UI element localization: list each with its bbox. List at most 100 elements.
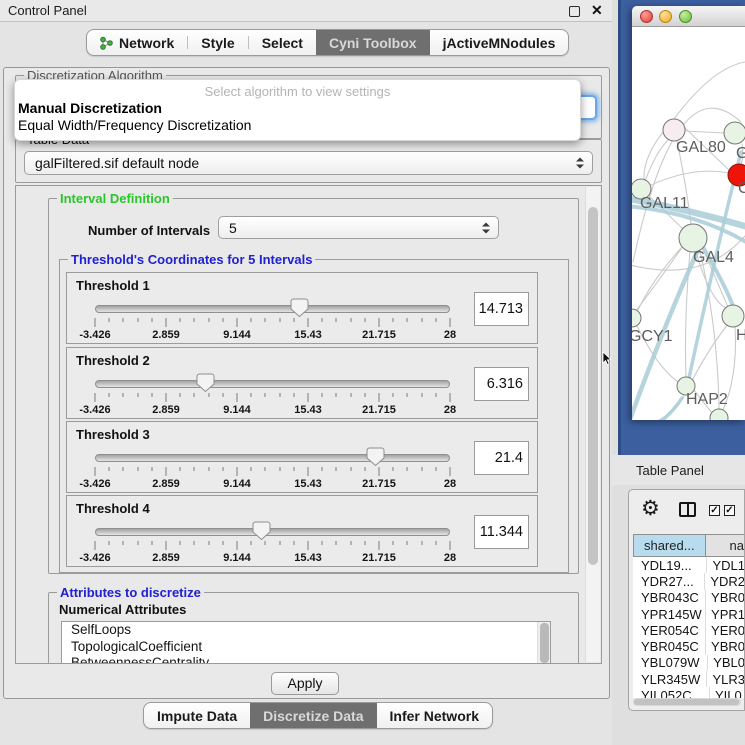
threshold-slider[interactable]: -3.4262.8599.14415.4321.71528 (95, 520, 450, 566)
slider-tick (364, 393, 365, 397)
slider-tick (308, 318, 309, 327)
network-edge[interactable] (685, 131, 724, 133)
dropdown-option-equal-width-frequency-discretization[interactable]: Equal Width/Frequency Discretization (15, 117, 580, 134)
tab-select[interactable]: Select (249, 30, 316, 55)
checkbox-checked-icon[interactable]: ✓ (709, 505, 720, 516)
slider-tick (265, 393, 266, 397)
list-scrollbar-thumb[interactable] (540, 623, 549, 663)
zoom-traffic-light-icon[interactable] (679, 10, 692, 23)
number-of-intervals-label: Number of Intervals (88, 223, 210, 238)
slider-thumb[interactable] (196, 373, 215, 393)
group-title: Threshold's Coordinates for 5 Intervals (68, 252, 315, 267)
table-row[interactable]: YBL079WYBL0 (633, 655, 745, 671)
network-edge[interactable] (651, 171, 728, 185)
tab-cyni-toolbox[interactable]: Cyni Toolbox (316, 30, 430, 55)
slider-tick (251, 318, 252, 322)
slider-tick (279, 541, 280, 545)
network-edge[interactable] (674, 62, 745, 119)
column-header-1[interactable]: shared... (633, 534, 706, 557)
vertical-scrollbar[interactable] (585, 187, 600, 662)
tab-network[interactable]: Network (87, 30, 187, 55)
slider-track[interactable] (95, 528, 450, 536)
tab-discretize-data[interactable]: Discretize Data (250, 703, 376, 728)
attribute-item-betweennesscentrality[interactable]: BetweennessCentrality (62, 655, 550, 664)
network-node-gal80[interactable] (663, 119, 685, 141)
apply-button[interactable]: Apply (271, 672, 339, 695)
table-row[interactable]: YBR045CYBR0 (633, 638, 745, 654)
tick-label: -3.426 (79, 329, 110, 341)
horizontal-scrollbar[interactable] (633, 698, 741, 706)
slider-tick (450, 393, 451, 402)
slider-tick (151, 318, 152, 322)
threshold-slider[interactable]: -3.4262.8599.14415.4321.71528 (95, 372, 450, 418)
cell-name: YDL1 (706, 557, 745, 573)
table-row[interactable]: YIL052CYIL0 (633, 687, 745, 698)
numerical-attributes-label: Numerical Attributes (59, 602, 186, 617)
network-node[interactable] (710, 409, 728, 420)
network-canvas[interactable]: GAL80GAL11GAL4GCY1HAP2GCH (632, 27, 745, 420)
slider-track[interactable] (95, 305, 450, 313)
table-data-select[interactable]: galFiltered.sif default node (24, 151, 593, 175)
slider-tick (393, 541, 394, 545)
network-node[interactable] (722, 305, 744, 327)
slider-thumb[interactable] (366, 447, 385, 467)
list-scrollbar[interactable] (537, 622, 550, 664)
application-root: Control Panel ✕ NetworkStyleSelectCyni T… (0, 0, 745, 745)
attribute-item-topologicalcoefficient[interactable]: TopologicalCoefficient (62, 639, 550, 656)
vertical-scrollbar-thumb[interactable] (588, 207, 598, 565)
threshold-value-field[interactable]: 14.713 (474, 292, 529, 326)
threshold-value-field[interactable]: 21.4 (474, 441, 529, 475)
cell-shared-name: YPR145W (633, 607, 705, 622)
threshold-slider[interactable]: -3.4262.8599.14415.4321.71528 (95, 446, 450, 492)
tab-style[interactable]: Style (188, 30, 247, 55)
horizontal-scrollbar-thumb[interactable] (634, 699, 739, 705)
checkbox-checked-icon[interactable]: ✓ (724, 505, 735, 516)
table-row[interactable]: YER054CYER0 (633, 622, 745, 638)
tab-label: Impute Data (157, 708, 237, 724)
slider-tick (350, 393, 351, 397)
attribute-item-selfloops[interactable]: SelfLoops (62, 622, 550, 639)
table-row[interactable]: YDL19...YDL1 (633, 557, 745, 573)
tab-jactivemnodules[interactable]: jActiveMNodules (430, 30, 569, 55)
numerical-attributes-list[interactable]: SelfLoopsTopologicalCoefficientBetweenne… (61, 621, 551, 664)
tab-infer-network[interactable]: Infer Network (377, 703, 492, 728)
network-node-gal4[interactable] (679, 224, 707, 252)
threshold-panel-4: Threshold 4-3.4262.8599.14415.4321.71528… (66, 495, 538, 567)
table-row[interactable]: YDR27...YDR2 (633, 573, 745, 589)
threshold-value-field[interactable]: 11.344 (474, 515, 529, 549)
number-of-intervals-select[interactable]: 5 (218, 216, 499, 239)
close-icon[interactable]: ✕ (591, 2, 603, 19)
network-edge[interactable] (632, 398, 682, 420)
slider-track[interactable] (95, 380, 450, 388)
network-edge[interactable] (645, 140, 668, 181)
slider-thumb[interactable] (252, 521, 271, 541)
attributes-group: Attributes to discretize Numerical Attri… (48, 592, 579, 664)
float-window-icon[interactable] (569, 6, 580, 17)
network-edge[interactable] (644, 132, 663, 179)
threshold-value-field[interactable]: 6.316 (474, 367, 529, 401)
network-node[interactable] (724, 122, 745, 144)
network-node-gcy1[interactable] (632, 309, 641, 327)
dropdown-option-manual-discretization[interactable]: Manual Discretization (15, 100, 580, 117)
table-row[interactable]: YPR145WYPR1 (633, 606, 745, 622)
slider-tick (265, 318, 266, 322)
slider-tick (322, 467, 323, 471)
table-row[interactable]: YLR345WYLR3 (633, 671, 745, 687)
slider-tick (379, 467, 380, 476)
gear-icon[interactable]: ⚙ (641, 496, 660, 521)
tick-label: 9.144 (223, 404, 251, 416)
column-layout-icon[interactable] (679, 502, 696, 517)
slider-thumb[interactable] (290, 298, 309, 318)
close-traffic-light-icon[interactable] (640, 10, 653, 23)
column-header-2[interactable]: na (706, 534, 745, 557)
tick-label: 28 (444, 552, 456, 564)
table-row[interactable]: YBR043CYBR0 (633, 590, 745, 606)
threshold-slider[interactable]: -3.4262.8599.14415.4321.71528 (95, 297, 450, 343)
minimize-traffic-light-icon[interactable] (659, 10, 672, 23)
slider-tick (336, 541, 337, 545)
slider-track[interactable] (95, 454, 450, 462)
node-label: GCY1 (632, 328, 673, 345)
tab-impute-data[interactable]: Impute Data (144, 703, 250, 728)
network-window-titlebar[interactable] (632, 6, 745, 27)
slider-tick (180, 541, 181, 545)
